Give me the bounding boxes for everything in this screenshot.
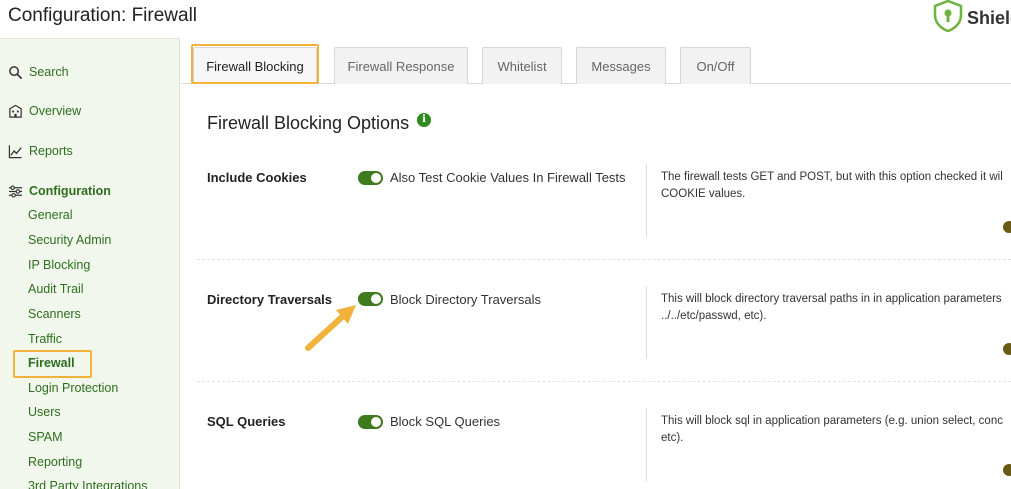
description-line: etc). bbox=[661, 432, 684, 444]
sidebar-item-reports[interactable]: Reports bbox=[7, 143, 73, 159]
section-title: Firewall Blocking Options i bbox=[207, 112, 432, 134]
toggle-text-include-cookies: Also Test Cookie Values In Firewall Test… bbox=[390, 170, 626, 185]
description-line: COOKIE values. bbox=[661, 188, 746, 200]
description-line: This will block sql in application param… bbox=[661, 415, 1003, 427]
search-icon bbox=[7, 64, 23, 80]
tab-highlight-box bbox=[191, 44, 319, 84]
description-sql-queries: This will block sql in application param… bbox=[661, 413, 1011, 447]
top-bar: Configuration: Firewall Shield bbox=[0, 0, 1011, 38]
tab-firewall-response[interactable]: Firewall Response bbox=[334, 47, 468, 84]
tab-on-off[interactable]: On/Off bbox=[680, 47, 751, 84]
sidebar-item-search[interactable]: Search bbox=[7, 64, 69, 80]
toggle-directory-traversals[interactable] bbox=[358, 292, 383, 306]
sidebar-item-overview[interactable]: Overview bbox=[7, 103, 81, 119]
toggle-sql-queries[interactable] bbox=[358, 415, 383, 429]
tab-messages[interactable]: Messages bbox=[576, 47, 666, 84]
tab-whitelist[interactable]: Whitelist bbox=[482, 47, 562, 84]
divider-vertical bbox=[646, 164, 647, 237]
sidebar-sub-reporting[interactable]: Reporting bbox=[28, 455, 82, 469]
help-dot-icon[interactable] bbox=[1003, 343, 1011, 355]
brand-logo[interactable]: Shield bbox=[933, 0, 1011, 37]
toggle-include-cookies[interactable] bbox=[358, 171, 383, 185]
sidebar-sub-scanners[interactable]: Scanners bbox=[28, 307, 81, 321]
sidebar-item-label: Search bbox=[29, 65, 69, 79]
toggle-knob bbox=[371, 417, 381, 427]
sidebar-sub-spam[interactable]: SPAM bbox=[28, 430, 63, 444]
sliders-icon bbox=[7, 183, 23, 199]
divider-vertical bbox=[646, 286, 647, 359]
help-dot-icon[interactable] bbox=[1003, 221, 1011, 233]
sidebar-sub-security-admin[interactable]: Security Admin bbox=[28, 233, 111, 247]
tab-bar: Firewall Blocking Firewall Response Whit… bbox=[181, 38, 1011, 84]
description-directory-traversals: This will block directory traversal path… bbox=[661, 291, 1011, 325]
toggle-text-directory-traversals: Block Directory Traversals bbox=[390, 292, 541, 307]
toggle-knob bbox=[371, 173, 381, 183]
option-separator bbox=[197, 381, 1011, 382]
sidebar-sub-ip-blocking[interactable]: IP Blocking bbox=[28, 258, 90, 272]
description-include-cookies: The firewall tests GET and POST, but wit… bbox=[661, 169, 1011, 203]
divider-vertical bbox=[646, 408, 647, 481]
description-line: The firewall tests GET and POST, but wit… bbox=[661, 171, 1003, 183]
info-icon[interactable]: i bbox=[417, 112, 432, 127]
sidebar-sub-login-protection[interactable]: Login Protection bbox=[28, 381, 118, 395]
annotation-arrow-icon bbox=[305, 305, 356, 351]
building-icon bbox=[7, 103, 23, 119]
option-separator bbox=[197, 259, 1011, 260]
sidebar: Search Overview Reports Configuration Ge… bbox=[0, 38, 180, 489]
sidebar-item-label: Reports bbox=[29, 144, 73, 158]
sidebar-sub-users[interactable]: Users bbox=[28, 405, 61, 419]
brand-name: Shield bbox=[967, 8, 1011, 28]
description-line: ../../etc/passwd, etc). bbox=[661, 310, 767, 322]
sidebar-item-configuration[interactable]: Configuration bbox=[7, 183, 111, 199]
description-line: This will block directory traversal path… bbox=[661, 293, 1002, 305]
sidebar-sub-general[interactable]: General bbox=[28, 208, 72, 222]
sidebar-sub-traffic[interactable]: Traffic bbox=[28, 332, 62, 346]
main-content: Firewall Blocking Firewall Response Whit… bbox=[181, 38, 1011, 489]
shield-icon bbox=[933, 0, 963, 37]
sidebar-item-label: Configuration bbox=[29, 184, 111, 198]
sidebar-sub-3rd-party-integrations[interactable]: 3rd Party Integrations bbox=[28, 479, 148, 489]
help-dot-icon[interactable] bbox=[1003, 464, 1011, 476]
section-title-text: Firewall Blocking Options bbox=[207, 113, 410, 133]
page-title: Configuration: Firewall bbox=[8, 5, 198, 26]
firewall-highlight-box bbox=[13, 350, 92, 378]
chart-icon bbox=[7, 143, 23, 159]
option-label-include-cookies: Include Cookies bbox=[207, 170, 307, 185]
sidebar-item-label: Overview bbox=[29, 104, 82, 118]
toggle-text-sql-queries: Block SQL Queries bbox=[390, 414, 501, 429]
option-label-sql-queries: SQL Queries bbox=[207, 414, 286, 429]
sidebar-sub-audit-trail[interactable]: Audit Trail bbox=[28, 282, 84, 296]
toggle-knob bbox=[371, 294, 381, 304]
